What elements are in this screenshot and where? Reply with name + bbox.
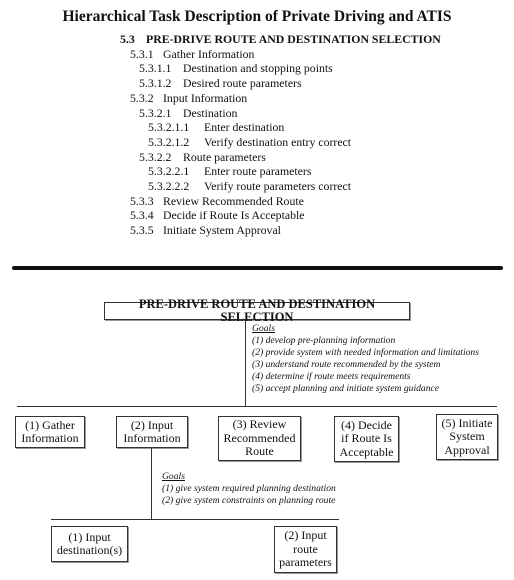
- outline-number: 5.3.2.1.2: [148, 134, 190, 149]
- outline-number: 5.3.5: [130, 223, 154, 238]
- subtask-box: (3) Review Recommended Route: [218, 416, 301, 461]
- outline-text: Decide if Route Is Acceptable: [163, 208, 305, 223]
- root-goals: Goals (1) develop pre-planning informati…: [252, 323, 479, 395]
- document-title: Hierarchical Task Description of Private…: [62, 8, 452, 25]
- outline-item: 5.3.1.2 Desired route parameters: [139, 76, 302, 91]
- outline-text: Route parameters: [183, 149, 266, 164]
- goal-item: (1) develop pre-planning information: [252, 335, 396, 346]
- outline-text: Gather Information: [163, 46, 255, 61]
- outline-item: 5.3.2.1.1 Enter destination: [148, 120, 284, 135]
- outline-text: Verify route parameters correct: [204, 179, 352, 193]
- outline-text: Desired route parameters: [183, 76, 302, 91]
- goal-item: (2) give system constraints on planning …: [162, 495, 336, 506]
- box-line: (4) Decide: [341, 417, 392, 432]
- outline-text: Input Information: [163, 90, 248, 105]
- box-line: Information: [123, 431, 181, 445]
- subtask-box: (1) Input destination(s): [51, 526, 128, 562]
- box-line: (3) Review: [232, 417, 287, 432]
- outline-item: 5.3.2.1.2 Verify destination entry correc…: [148, 135, 351, 150]
- input-info-connector: [151, 448, 152, 519]
- outline-number: 5.3.1.2: [139, 76, 172, 91]
- outline-item: 5.3.2.2.2 Verify route parameters correct: [148, 179, 351, 194]
- outline-item: 5.3.5 Initiate System Approval: [130, 223, 281, 238]
- goals-heading: Goals: [162, 471, 185, 482]
- box-line: parameters: [279, 555, 332, 570]
- goal-item: (4) determine if route meets requirement…: [252, 371, 411, 382]
- section-divider: [12, 266, 503, 270]
- outline-number: 5.3.2: [130, 90, 154, 105]
- outline-text: Verify destination entry correct: [204, 134, 352, 149]
- outline-number: 5.3: [120, 32, 135, 46]
- subtask-box: (2) Input route parameters: [274, 526, 337, 573]
- goal-item: (5) accept planning and initiate system …: [252, 383, 440, 394]
- level1-connector: [17, 406, 497, 407]
- outline-number: 5.3.2.1.1: [148, 120, 190, 135]
- goal-item: (2) provide system with needed informati…: [252, 347, 479, 358]
- goal-item: (1) give system required planning destin…: [162, 483, 336, 494]
- outline-text: Review Recommended Route: [163, 193, 304, 208]
- outline-item: 5.3.2.2 Route parameters: [139, 150, 266, 165]
- subtask-box: (4) Decide if Route Is Acceptable: [334, 416, 399, 462]
- outline-text: Enter destination: [204, 120, 285, 135]
- box-line: (5) Initiate: [441, 415, 493, 430]
- subtask-box: (1) Gather Information: [15, 416, 85, 448]
- outline-item: 5.3.2.2.1 Enter route parameters: [148, 164, 311, 179]
- root-task-box: PRE-DRIVE ROUTE AND DESTINATION SELECTIO…: [104, 297, 410, 324]
- outline-number: 5.3.1.1: [139, 61, 172, 76]
- box-line: System: [449, 429, 485, 444]
- input-info-goals: Goals (1) give system required planning …: [162, 471, 336, 507]
- box-line: (1) Input: [68, 529, 111, 544]
- box-line: (2) Input: [130, 417, 174, 432]
- box-line: Information: [21, 431, 79, 445]
- outline-number: 5.3.2.1: [139, 105, 172, 120]
- outline-text: PRE-DRIVE ROUTE AND DESTINATION SELECTIO…: [146, 32, 441, 46]
- outline-item: 5.3.3 Review Recommended Route: [130, 194, 304, 209]
- goals-heading: Goals: [252, 323, 275, 334]
- box-line: Approval: [444, 442, 490, 457]
- outline-number: 5.3.2.2.1: [148, 164, 190, 179]
- root-connector: [245, 320, 246, 406]
- root-task-label: PRE-DRIVE ROUTE AND DESTINATION SELECTIO…: [138, 296, 376, 324]
- subtask-box: (5) Initiate System Approval: [436, 414, 498, 460]
- box-line: Route: [245, 444, 274, 459]
- outline-number: 5.3.1: [130, 46, 154, 61]
- box-line: (1) Gather: [25, 417, 75, 432]
- outline-item: 5.3.2 Input Information: [130, 91, 247, 106]
- box-line: Recommended: [223, 430, 296, 445]
- outline-number: 5.3.3: [130, 193, 154, 208]
- level2-connector: [51, 519, 339, 520]
- goal-item: (3) understand route recommended by the …: [252, 359, 441, 370]
- outline-text: Enter route parameters: [204, 164, 312, 179]
- outline-item: 5.3.1.1 Destination and stopping points: [139, 61, 333, 76]
- box-line: (2) Input: [284, 528, 327, 543]
- outline-item: 5.3.4 Decide if Route Is Acceptable: [130, 208, 305, 223]
- outline-text: Initiate System Approval: [163, 223, 281, 238]
- outline-number: 5.3.2.2.2: [148, 179, 190, 193]
- outline-item: 5.3.2.1 Destination: [139, 106, 237, 121]
- outline-item: 5.3.1 Gather Information: [130, 47, 254, 62]
- box-line: if Route Is: [341, 431, 392, 446]
- outline-number: 5.3.2.2: [139, 149, 172, 164]
- outline-text: Destination and stopping points: [183, 61, 333, 76]
- box-line: route: [293, 541, 318, 556]
- outline-item: 5.3 PRE-DRIVE ROUTE AND DESTINATION SELEC…: [120, 32, 441, 47]
- box-line: destination(s): [56, 543, 123, 557]
- subtask-box: (2) Input Information: [116, 416, 188, 448]
- box-line: Acceptable: [339, 444, 394, 459]
- outline-text: Destination: [183, 105, 238, 120]
- outline-number: 5.3.4: [130, 208, 154, 223]
